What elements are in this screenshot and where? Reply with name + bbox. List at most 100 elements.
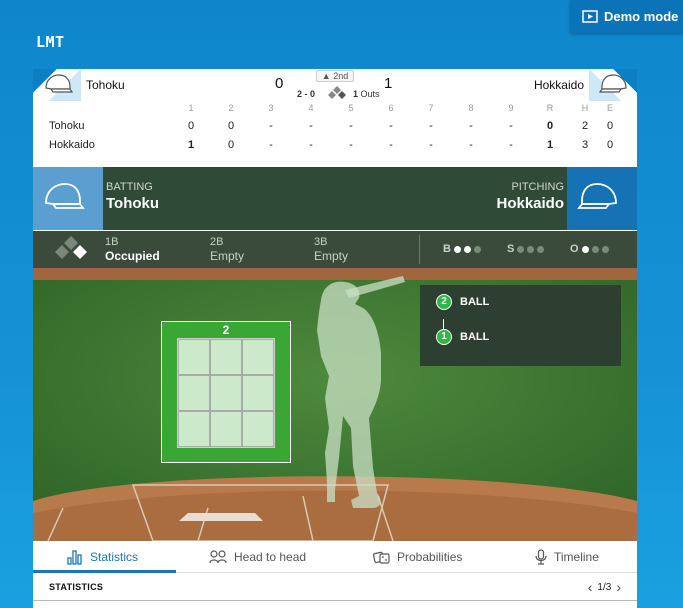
demo-mode-button[interactable]: Demo mode [570,0,683,33]
cap-icon [599,74,627,93]
strike-zone-grid [177,338,275,448]
strikes-label: S [507,243,515,255]
inning-header: 5 [348,103,354,113]
base-status: Empty [314,249,349,263]
runs-value: 0 [546,120,554,132]
zone-cell [242,411,274,447]
page-indicator: 1/3 [597,581,612,593]
cap-icon [45,183,85,209]
hits-value: 3 [581,139,589,151]
pitch-number-badge: 1 [436,329,452,345]
linescore-table: 1 2 3 4 5 6 7 8 9 R H E Tohoku 0 0 - - -… [33,102,637,166]
bases-bar: 1B Occupied 2B Empty 3B Empty B S O [33,231,637,268]
inning-header: 9 [508,103,514,113]
inning-indicator: ▲ 2nd [316,70,354,82]
pitch-item: 1 BALL [436,329,489,345]
strike-dot [517,245,525,253]
strike-zone-box: 2 [161,321,291,463]
errors-value: 0 [606,139,614,151]
home-score: 0 [275,75,284,92]
bases-diamond-icon [55,236,87,259]
zone-cell [178,339,210,375]
out-dot [581,245,589,253]
inning-score: - [349,120,353,132]
strike-dot [527,245,535,253]
tab-label: Statistics [90,550,139,564]
cap-icon [45,74,73,93]
widget-tabs: Statistics Head to head Probabilities Ti… [33,541,637,573]
base-status: Empty [210,249,245,263]
pitch-number-badge: 2 [436,294,452,310]
pitch-result: BALL [460,296,490,308]
inning-header: 4 [308,103,314,113]
outs-display: 1 Outs [353,89,380,99]
tab-timeline[interactable]: Timeline [535,541,599,573]
linescore-team: Tohoku [49,120,85,132]
inning-header: 1 [188,103,194,113]
inning-header: 8 [468,103,474,113]
tab-statistics[interactable]: Statistics [67,541,138,573]
inning-score: - [309,139,313,151]
outs-value: 1 [353,89,359,99]
base-name: 2B [210,236,224,248]
ball-dot [473,245,481,253]
zone-cell [210,339,242,375]
runs-value: 1 [546,139,554,151]
pitching-team: Hokkaido [496,195,564,212]
balls-indicator: B [443,243,481,255]
linescore-header-row: 1 2 3 4 5 6 7 8 9 R H E [33,103,637,121]
divider [419,235,420,264]
pitching-label: PITCHING [511,181,564,193]
hits-header: H [581,103,589,113]
strike-dot [537,245,545,253]
pitching-team-badge [567,167,637,230]
inning-header: 7 [428,103,434,113]
inning-score: - [429,120,433,132]
statistics-header: STATISTICS ‹ 1/3 › [33,573,637,601]
linescore-team: Hokkaido [49,139,95,151]
statistics-label: STATISTICS [49,582,104,592]
ball-strike-count: 2 - 0 [297,89,316,99]
chevron-right-icon[interactable]: › [616,579,621,595]
batting-label: BATTING [106,181,153,193]
runs-header: R [546,103,554,113]
hits-value: 2 [581,120,589,132]
inning-score: - [469,139,473,151]
outs-label: Outs [360,89,380,99]
out-dot [591,245,599,253]
inning-score: - [509,139,513,151]
outs-indicator-label: O [570,243,579,255]
zone-cell [178,411,210,447]
inning-score: - [429,139,433,151]
microphone-icon [535,549,547,565]
zone-cell [242,339,274,375]
chevron-left-icon[interactable]: ‹ [588,579,593,595]
zone-cell [242,375,274,411]
tab-probabilities[interactable]: Probabilities [373,541,462,573]
players-icon [209,550,227,564]
away-team-badge [589,69,637,101]
base-name: 3B [314,236,328,248]
linescore-row: Hokkaido 1 0 - - - - - - - 1 3 0 [33,139,637,157]
base-status: Occupied [105,249,160,263]
tab-label: Head to head [234,550,307,564]
tab-head-to-head[interactable]: Head to head [209,541,306,573]
pitch-sequence-panel: 2 BALL 1 BALL [420,285,621,366]
away-score: 1 [384,75,393,92]
video-icon [582,10,598,23]
inning-score: - [349,139,353,151]
ball-dot [453,245,461,253]
tab-label: Probabilities [397,550,463,564]
errors-value: 0 [606,120,614,132]
statistics-pager: ‹ 1/3 › [588,579,621,595]
third-base-status: 3B Empty [314,236,348,263]
inning-header: 3 [268,103,274,113]
out-dot [601,245,609,253]
pitch-result: BALL [460,331,490,343]
inning-score: - [269,120,273,132]
inning-score: 0 [227,120,235,132]
tab-label: Timeline [554,550,599,564]
bar-chart-icon [67,550,82,565]
pitch-item: 2 BALL [436,294,489,310]
strike-zone-pitch-number: 2 [222,323,230,337]
